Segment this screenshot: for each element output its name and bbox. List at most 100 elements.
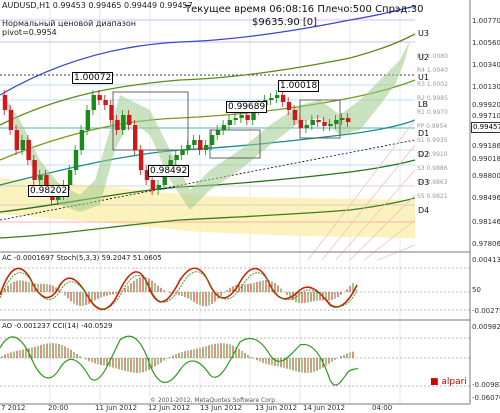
mid-annotation: 0.99689	[226, 101, 268, 113]
brand-text: alpari	[441, 377, 467, 387]
level-d1: D1	[418, 129, 430, 138]
level-u2: U2	[418, 53, 429, 62]
time-tick: 13 Jun 2012	[200, 404, 243, 412]
balance-info: $9635.90 [0]	[252, 17, 317, 28]
time-tick: 04:00	[372, 404, 393, 412]
current-time-info: Текущее время 06:08:16 Плечо:500 Спрэд:3…	[185, 4, 424, 15]
time-tick: 13 Jun 2012	[255, 404, 298, 412]
price-tick: 0.98800	[472, 172, 500, 180]
candle-body	[115, 120, 120, 130]
price-tick: 0.99186	[472, 142, 500, 150]
time-tick: 20:00	[48, 404, 69, 412]
candle-body	[103, 100, 108, 105]
candle-body	[174, 155, 179, 160]
candle-body	[316, 120, 321, 122]
candle-body	[97, 95, 102, 100]
r3-label: R3 1.0002	[417, 81, 448, 88]
candle-body	[138, 150, 144, 170]
low-1-annotation: 0.98202	[28, 185, 70, 197]
s3-label: S3 0.9886	[417, 165, 448, 172]
normal-range-label: Нормальный ценовой диапазон	[2, 19, 137, 28]
candle-body	[109, 105, 114, 120]
candle-body	[280, 95, 286, 102]
high-2-annotation: 1.00018	[278, 80, 320, 92]
candle-body	[233, 118, 238, 120]
symbol-info: AUDUSD,H1 0.99453 0.99465 0.99449 0.9945…	[2, 1, 193, 10]
candle-body	[26, 140, 31, 160]
candle-body	[156, 185, 162, 190]
copyright-text: © 2001-2012, MetaQuotes Software Corp.	[150, 397, 277, 404]
alpari-logo: ■ alpari	[430, 377, 467, 387]
sub2-axis-top: 0.00982	[472, 323, 500, 331]
candle-body	[32, 160, 37, 180]
price-tick: 1.00130	[472, 83, 500, 91]
sub1-axis-bottom: -0.00275	[472, 307, 500, 315]
s5-label: S5 0.9821	[417, 193, 448, 200]
low-2-annotation: 0.98492	[148, 165, 190, 177]
price-tick: 1.00340	[472, 61, 500, 69]
price-tick: 0.98146	[472, 218, 500, 226]
candle-body	[292, 110, 298, 120]
level-d2: D2	[418, 150, 430, 159]
price-tick: 0.97806	[472, 240, 500, 248]
candle-body	[2, 95, 8, 110]
price-tick: 1.00560	[472, 39, 500, 47]
candle-body	[334, 120, 339, 124]
candle-body	[221, 125, 227, 130]
candle-body	[186, 145, 191, 150]
candle-body	[274, 95, 280, 98]
candle-body	[345, 118, 351, 122]
price-tick: 0.98496	[472, 194, 500, 202]
sub2-axis-bottom: -0.06076	[472, 394, 500, 402]
time-tick: 7 2012	[1, 404, 26, 412]
r1-label: R1 0.9970	[417, 109, 448, 116]
candle-body	[239, 115, 244, 118]
candle-body	[310, 120, 315, 125]
candle-body	[20, 140, 25, 150]
candle-body	[132, 125, 138, 150]
price-tick: 0.99018	[472, 155, 500, 163]
candle-body	[269, 98, 274, 100]
time-tick: 12 Jun 2012	[148, 404, 191, 412]
price-tick: 1.00770	[472, 17, 500, 25]
candle-body	[209, 135, 215, 145]
candle-body	[322, 122, 327, 126]
candle-body	[245, 115, 250, 120]
candle-body	[79, 130, 85, 150]
candle-body	[215, 130, 221, 135]
pivot-label: pivot=0.9954	[2, 28, 57, 37]
current-price-tag: 0.99457	[471, 122, 500, 133]
level-u3: U3	[418, 29, 429, 38]
price-tick: 0.99710	[472, 112, 500, 120]
candle-body	[328, 124, 333, 126]
level-d3: D3	[418, 178, 430, 187]
candle-body	[203, 145, 209, 150]
candle-body	[38, 175, 43, 180]
time-tick: 14 Jun 2012	[303, 404, 346, 412]
price-tick: 0.99920	[472, 101, 500, 109]
candle-body	[298, 120, 304, 128]
s1-label: S1 0.9935	[417, 137, 448, 144]
balance-value: $9635.90	[252, 17, 300, 28]
sub2-axis-mid: -0.00982	[472, 381, 500, 389]
sub1-axis-mid: 50	[472, 286, 481, 294]
high-1-annotation: 1.00072	[72, 72, 114, 84]
candle-body	[14, 130, 20, 150]
balance-suffix: [0]	[302, 17, 318, 28]
time-tick: 11 Jun 2012	[95, 404, 138, 412]
candle-body	[192, 140, 197, 145]
candle-body	[304, 125, 309, 128]
candle-body	[91, 95, 96, 110]
level-u1: U1	[418, 73, 429, 82]
candle-body	[340, 118, 345, 120]
candle-body	[180, 150, 185, 155]
candle-body	[198, 140, 203, 150]
sub1-axis-top: 0.00413	[472, 256, 500, 264]
candle-body	[73, 150, 79, 170]
level-d4: D4	[418, 206, 430, 215]
candle-body	[85, 110, 91, 130]
candle-body	[127, 115, 132, 125]
candle-body	[286, 102, 292, 110]
candle-body	[227, 120, 233, 125]
candle-body	[121, 115, 126, 130]
